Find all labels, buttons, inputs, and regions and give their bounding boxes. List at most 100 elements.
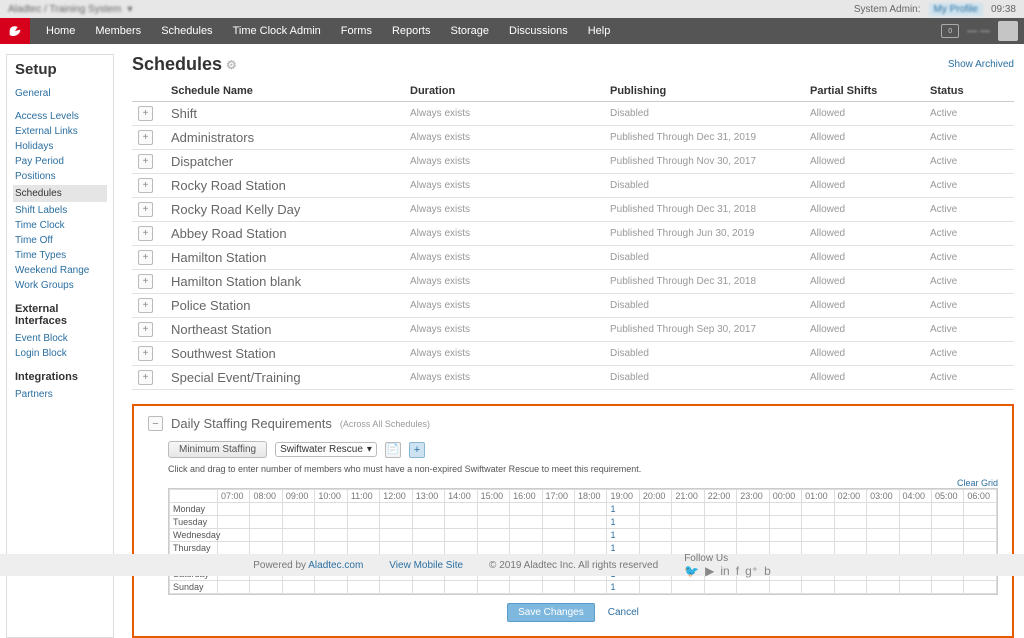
grid-cell[interactable]	[412, 542, 444, 555]
twitter-icon[interactable]: 🐦	[684, 564, 699, 578]
sidebar-item-time-off[interactable]: Time Off	[15, 233, 105, 248]
grid-cell[interactable]	[867, 503, 899, 516]
grid-cell[interactable]	[445, 581, 477, 594]
grid-cell[interactable]	[282, 529, 314, 542]
sidebar-item-pay-period[interactable]: Pay Period	[15, 154, 105, 169]
gear-icon[interactable]: ⚙	[226, 58, 237, 72]
grid-cell[interactable]	[510, 503, 542, 516]
expand-icon[interactable]: +	[138, 178, 153, 193]
grid-cell[interactable]	[574, 503, 606, 516]
grid-cell[interactable]	[899, 529, 931, 542]
grid-cell[interactable]	[769, 503, 801, 516]
grid-cell[interactable]	[347, 542, 379, 555]
grid-cell[interactable]	[672, 581, 704, 594]
grid-cell[interactable]	[802, 581, 834, 594]
facebook-icon[interactable]: f	[736, 564, 739, 578]
grid-cell[interactable]	[250, 529, 282, 542]
grid-cell[interactable]	[737, 581, 769, 594]
grid-cell[interactable]	[218, 503, 250, 516]
sidebar-item-schedules[interactable]: Schedules	[13, 185, 107, 202]
grid-cell[interactable]	[542, 516, 574, 529]
expand-icon[interactable]: +	[138, 226, 153, 241]
grid-cell[interactable]	[737, 516, 769, 529]
grid-cell[interactable]	[867, 516, 899, 529]
grid-cell[interactable]	[218, 529, 250, 542]
schedule-name[interactable]: Hamilton Station	[171, 250, 266, 265]
nav-time-clock-admin[interactable]: Time Clock Admin	[223, 18, 331, 44]
grid-cell[interactable]	[964, 542, 997, 555]
grid-cell[interactable]	[867, 529, 899, 542]
grid-cell[interactable]	[704, 529, 736, 542]
sidebar-item-time-clock[interactable]: Time Clock	[15, 218, 105, 233]
sidebar-item-login-block[interactable]: Login Block	[15, 346, 105, 361]
grid-cell[interactable]	[542, 542, 574, 555]
grid-cell[interactable]	[769, 516, 801, 529]
grid-cell[interactable]	[412, 516, 444, 529]
grid-cell[interactable]	[769, 542, 801, 555]
google-plus-icon[interactable]: g⁺	[745, 564, 758, 578]
grid-cell[interactable]	[250, 542, 282, 555]
sidebar-item-holidays[interactable]: Holidays	[15, 139, 105, 154]
grid-cell[interactable]	[639, 581, 671, 594]
grid-cell[interactable]: 1	[607, 503, 639, 516]
grid-cell[interactable]	[574, 516, 606, 529]
cancel-link[interactable]: Cancel	[608, 607, 639, 618]
nav-schedules[interactable]: Schedules	[151, 18, 222, 44]
grid-cell[interactable]	[282, 516, 314, 529]
grid-cell[interactable]	[380, 581, 412, 594]
grid-cell[interactable]	[250, 503, 282, 516]
expand-icon[interactable]: +	[138, 106, 153, 121]
grid-cell[interactable]	[639, 529, 671, 542]
grid-cell[interactable]	[574, 529, 606, 542]
grid-cell[interactable]	[477, 503, 509, 516]
grid-cell[interactable]	[931, 529, 963, 542]
grid-cell[interactable]	[704, 581, 736, 594]
nav-reports[interactable]: Reports	[382, 18, 441, 44]
grid-cell[interactable]	[834, 581, 866, 594]
nav-help[interactable]: Help	[578, 18, 621, 44]
grid-cell[interactable]	[445, 529, 477, 542]
schedule-name[interactable]: Administrators	[171, 130, 254, 145]
expand-icon[interactable]: +	[138, 154, 153, 169]
grid-cell[interactable]	[380, 503, 412, 516]
schedule-name[interactable]: Rocky Road Kelly Day	[171, 202, 300, 217]
schedule-name[interactable]: Police Station	[171, 298, 251, 313]
grid-cell[interactable]	[672, 503, 704, 516]
grid-cell[interactable]	[867, 581, 899, 594]
grid-cell[interactable]	[218, 581, 250, 594]
grid-cell[interactable]	[899, 542, 931, 555]
grid-cell[interactable]	[931, 542, 963, 555]
grid-cell[interactable]	[380, 542, 412, 555]
grid-cell[interactable]	[282, 503, 314, 516]
schedule-name[interactable]: Southwest Station	[171, 346, 276, 361]
grid-cell[interactable]	[477, 581, 509, 594]
staffing-grid[interactable]: 07:0008:0009:0010:0011:0012:0013:0014:00…	[168, 488, 998, 595]
sidebar-item-work-groups[interactable]: Work Groups	[15, 278, 105, 293]
footer-aladtec-link[interactable]: Aladtec.com	[308, 560, 363, 571]
grid-cell[interactable]	[834, 503, 866, 516]
grid-cell[interactable]	[315, 581, 347, 594]
user-name[interactable]: — —	[967, 26, 990, 37]
schedule-name[interactable]: Shift	[171, 106, 197, 121]
footer-mobile-link[interactable]: View Mobile Site	[389, 560, 463, 571]
grid-cell[interactable]	[542, 503, 574, 516]
grid-cell[interactable]	[347, 503, 379, 516]
grid-cell[interactable]	[380, 529, 412, 542]
grid-cell[interactable]	[802, 516, 834, 529]
grid-cell[interactable]	[477, 516, 509, 529]
schedule-name[interactable]: Hamilton Station blank	[171, 274, 301, 289]
grid-cell[interactable]	[769, 581, 801, 594]
expand-icon[interactable]: +	[138, 274, 153, 289]
sidebar-item-access-levels[interactable]: Access Levels	[15, 109, 105, 124]
grid-cell[interactable]	[964, 581, 997, 594]
youtube-icon[interactable]: ▶	[705, 564, 714, 578]
grid-cell[interactable]	[769, 529, 801, 542]
grid-cell[interactable]	[964, 503, 997, 516]
sidebar-item-partners[interactable]: Partners	[15, 387, 105, 402]
blogger-icon[interactable]: b	[764, 564, 771, 578]
grid-cell[interactable]	[218, 542, 250, 555]
grid-cell[interactable]	[867, 542, 899, 555]
schedule-name[interactable]: Dispatcher	[171, 154, 233, 169]
grid-cell[interactable]	[315, 516, 347, 529]
grid-cell[interactable]	[445, 516, 477, 529]
